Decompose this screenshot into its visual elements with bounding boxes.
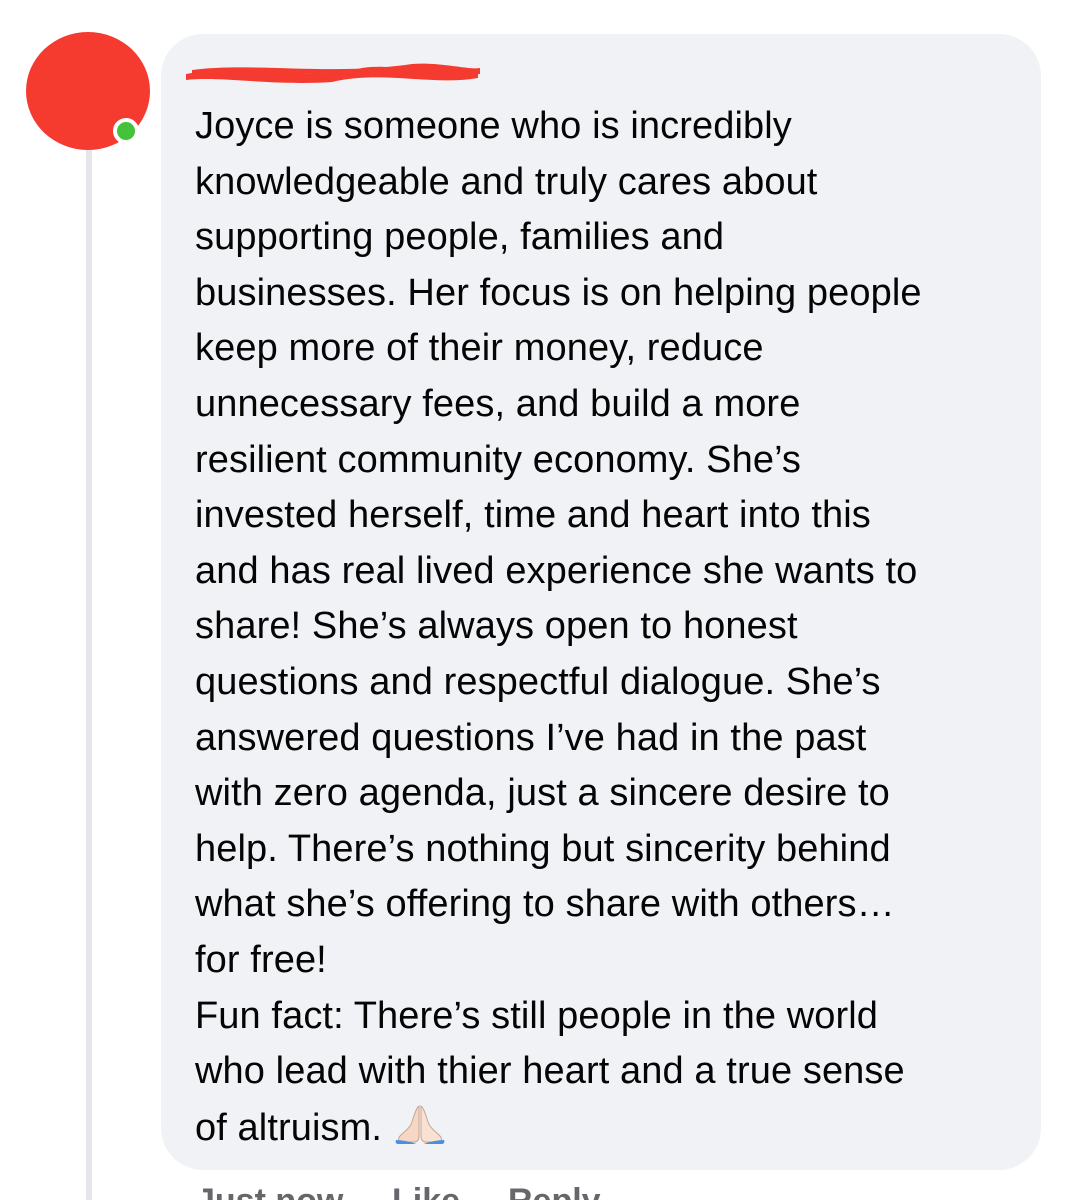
comment-line: of altruism.: [195, 1106, 383, 1149]
comment-line: and has real lived experience she wants …: [195, 549, 918, 592]
online-status-dot: [113, 118, 139, 144]
folded-hands-icon: [395, 1104, 445, 1144]
comment-line: keep more of their money, reduce: [195, 327, 764, 370]
comment-line: invested herself, time and heart into th…: [195, 494, 871, 537]
comment-line: what she’s offering to share with others…: [195, 883, 895, 926]
comment-line: questions and respectful dialogue. She’s: [195, 660, 881, 703]
comment-line: unnecessary fees, and build a more: [195, 382, 801, 425]
comment-line: Joyce is someone who is incredibly: [195, 105, 792, 147]
comment-line: knowledgeable and truly cares about: [195, 160, 818, 203]
comment-line: help. There’s nothing but sincerity behi…: [195, 827, 891, 870]
thread-connector-line: [86, 130, 92, 1200]
comment-line: share! She’s always open to honest: [195, 605, 798, 648]
comment-line: with zero agenda, just a sincere desire …: [195, 772, 890, 815]
reply-button[interactable]: Reply: [508, 1182, 601, 1200]
comment-text: Joyce is someone who is incredibly knowl…: [195, 99, 1025, 1156]
comment-line: answered questions I’ve had in the past: [195, 716, 867, 759]
timestamp-link[interactable]: Just now: [196, 1182, 343, 1200]
comment-line: Fun fact: There’s still people in the wo…: [195, 994, 879, 1037]
comment-line: supporting people, families and: [195, 216, 725, 259]
redacted-author-name[interactable]: [182, 60, 482, 86]
comment-line: for free!: [195, 938, 327, 981]
comment-screenshot: Joyce is someone who is incredibly knowl…: [0, 0, 1082, 1200]
comment-line: resilient community economy. She’s: [195, 438, 802, 481]
comment-line: who lead with thier heart and a true sen…: [195, 1050, 905, 1093]
comment-line: businesses. Her focus is on helping peop…: [195, 271, 922, 314]
comment-line-last: of altruism.: [195, 1100, 1025, 1157]
like-button[interactable]: Like: [392, 1182, 460, 1200]
